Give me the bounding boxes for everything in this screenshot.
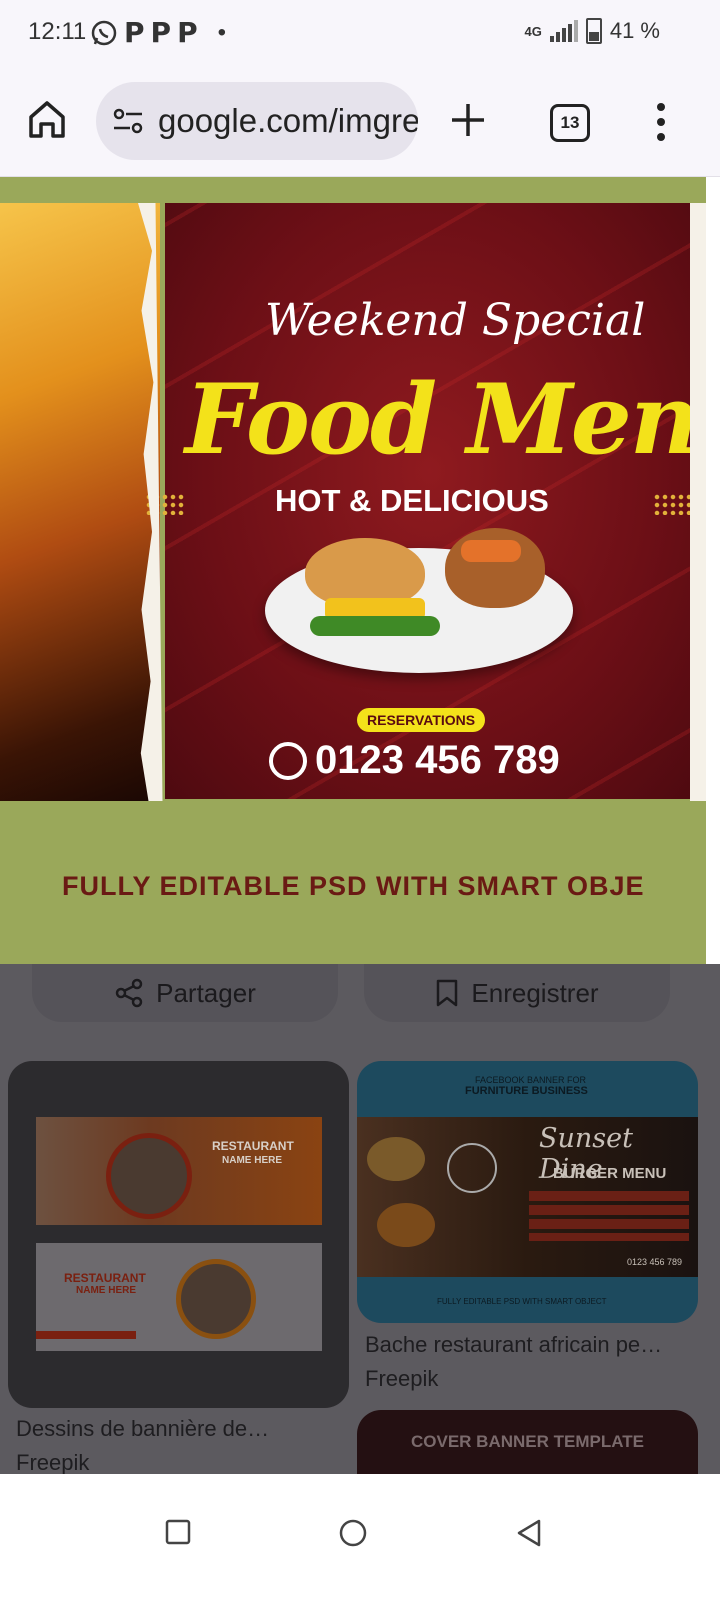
result-title-1[interactable]: Dessins de bannière de…	[16, 1416, 269, 1442]
new-tab-icon[interactable]	[448, 100, 488, 140]
address-bar[interactable]: google.com/imgres	[96, 82, 418, 160]
status-time: 12:11	[28, 18, 87, 45]
status-bar: 12:11 P P P • 4G 41 %	[0, 0, 720, 64]
more-options-icon[interactable]	[656, 102, 666, 142]
share-icon	[115, 978, 143, 1008]
phone-number: 0123 456 789	[269, 738, 560, 783]
reservations-badge: RESERVATIONS	[357, 708, 486, 732]
more-notifications-dot-icon: •	[217, 18, 226, 46]
p-icon: P	[124, 16, 145, 49]
share-button[interactable]: Partager	[32, 964, 338, 1022]
network-type: 4G	[524, 23, 542, 39]
banner-tagline: HOT & DELICIOUS	[275, 483, 549, 518]
system-navigation-bar	[0, 1474, 720, 1600]
back-icon[interactable]	[514, 1518, 544, 1548]
food-plate	[265, 528, 573, 673]
signal-icon	[549, 20, 578, 42]
dots-decoration	[653, 493, 693, 515]
result-source-2: Freepik	[365, 1366, 439, 1391]
bookmark-icon	[437, 979, 458, 1007]
site-settings-icon[interactable]	[112, 106, 144, 136]
drink-photo	[0, 203, 160, 801]
preview-image[interactable]: Weekend Special Food Menu HOT & DELICIOU…	[0, 177, 706, 964]
banner-subtitle: Weekend Special	[265, 295, 646, 346]
result-source-1: Freepik	[16, 1450, 90, 1474]
notification-icons: P P P •	[90, 16, 226, 49]
p-icon: P	[177, 16, 198, 49]
status-right: 4G 41 %	[524, 18, 660, 44]
browser-toolbar: google.com/imgres 13	[0, 64, 720, 177]
result-title-2[interactable]: Bache restaurant africain pe…	[365, 1332, 662, 1358]
tab-switcher-button[interactable]: 13	[550, 104, 590, 142]
result-image-2[interactable]: FACEBOOK BANNER FOR FURNITURE BUSINESS S…	[357, 1061, 698, 1323]
related-images-section: Partager Enregistrer RESTAURANT NAME HER…	[0, 964, 720, 1474]
result-image-3[interactable]: COVER BANNER TEMPLATE	[357, 1410, 698, 1474]
battery-percent: 41 %	[609, 18, 660, 43]
save-button[interactable]: Enregistrer	[364, 964, 670, 1022]
result-image-1[interactable]: RESTAURANT NAME HERE RESTAURANT NAME HER…	[8, 1061, 349, 1408]
home-nav-icon[interactable]	[338, 1518, 368, 1548]
banner-red-panel: Weekend Special Food Menu HOT & DELICIOU…	[145, 203, 706, 799]
phone-icon	[269, 741, 307, 780]
banner-title: Food Menu	[185, 363, 706, 476]
battery-icon	[585, 18, 602, 44]
save-label: Enregistrer	[471, 977, 599, 1008]
url-text[interactable]: google.com/imgres	[158, 102, 418, 140]
p-icon: P	[150, 16, 172, 49]
whatsapp-icon	[91, 20, 117, 45]
home-icon[interactable]	[26, 98, 68, 140]
banner-caption: FULLY EDITABLE PSD WITH SMART OBJE	[62, 871, 645, 901]
recent-apps-icon[interactable]	[164, 1518, 192, 1546]
share-label: Partager	[156, 977, 256, 1008]
